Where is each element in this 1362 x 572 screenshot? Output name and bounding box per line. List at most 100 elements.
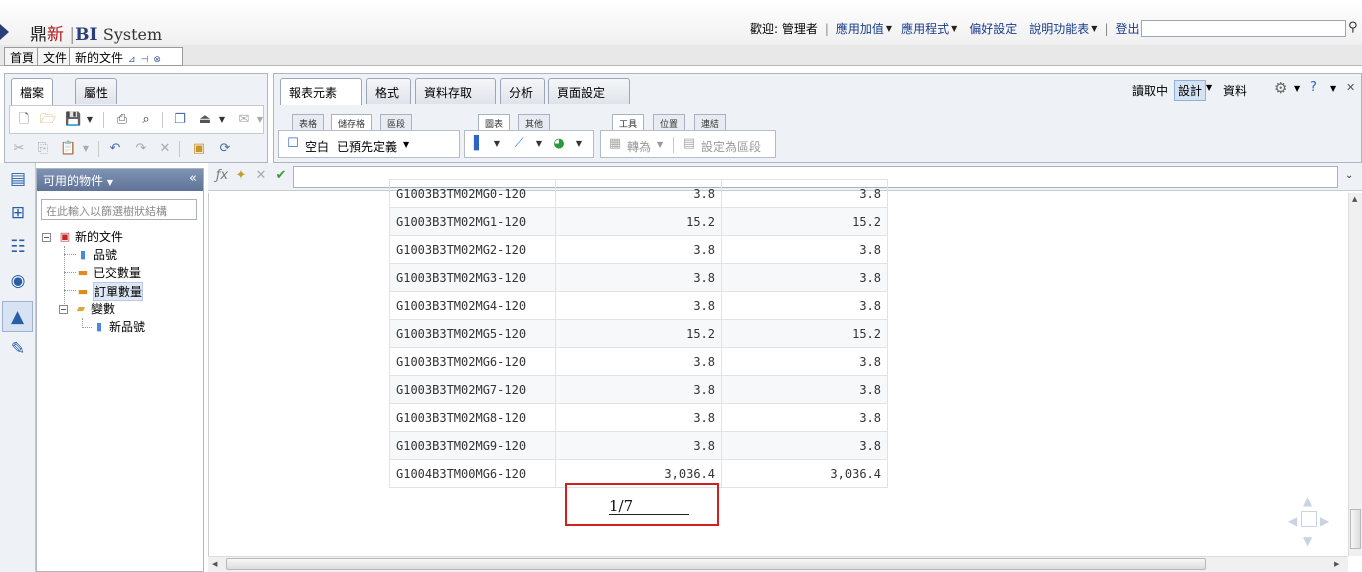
cell-quantity[interactable]: 3.8 [721, 179, 888, 208]
tree-item-delivered-qty[interactable]: ▬ 已交數量 [75, 264, 141, 281]
gear-dropdown-icon[interactable]: ▼ [1294, 84, 1300, 93]
input-controls-icon[interactable]: ☷ [8, 237, 28, 259]
report-map-icon[interactable]: ⊞ [8, 203, 28, 225]
open-folder-icon[interactable]: 🗁 [40, 112, 56, 128]
scroll-up-icon[interactable]: ▲ [1352, 195, 1357, 203]
cell-quantity[interactable]: 15.2 [555, 319, 722, 348]
scroll-left-icon[interactable]: ◀ [212, 560, 217, 568]
subtab-link[interactable]: 連結 [694, 114, 727, 130]
cell-quantity[interactable]: 3.8 [555, 431, 722, 460]
help-dropdown-icon[interactable]: ▼ [1330, 84, 1336, 93]
vertical-scroll-thumb[interactable] [1350, 509, 1361, 549]
cell-quantity[interactable]: 3.8 [721, 403, 888, 432]
validate-formula-icon[interactable]: ✔ [273, 168, 289, 184]
mode-reading[interactable]: 讀取中 [1132, 82, 1168, 99]
subtab-position[interactable]: 位置 [653, 114, 686, 130]
cell-quantity[interactable]: 3.8 [721, 431, 888, 460]
nav-left-icon[interactable]: ◀ [1288, 514, 1297, 528]
cell-item-code[interactable]: G1003B3TM02MG8-120 [389, 403, 556, 432]
tree-item-pinhao[interactable]: ▮ 品號 [75, 246, 117, 263]
tree-collapse-root[interactable]: − [42, 233, 51, 242]
cell-quantity[interactable]: 15.2 [555, 207, 722, 236]
comments-icon[interactable]: ✎ [8, 339, 28, 361]
mode-design[interactable]: 設計 [1174, 80, 1207, 101]
cell-quantity[interactable]: 3.8 [721, 375, 888, 404]
cell-item-code[interactable]: G1003B3TM02MG3-120 [389, 263, 556, 292]
horizontal-scroll-thumb[interactable] [226, 558, 1206, 570]
print-icon[interactable]: ⎙ [114, 112, 130, 128]
cell-item-code[interactable]: G1003B3TM02MG7-120 [389, 375, 556, 404]
cell-quantity[interactable]: 15.2 [721, 319, 888, 348]
cell-quantity[interactable]: 3.8 [555, 291, 722, 320]
bar-chart-dropdown-icon[interactable]: ▼ [489, 136, 505, 152]
help-icon[interactable]: ? [1310, 80, 1317, 95]
nav-down-icon[interactable]: ▼ [1303, 534, 1312, 548]
tab-analysis[interactable]: 分析 [500, 78, 545, 104]
subtab-cell[interactable]: 儲存格 [331, 114, 373, 130]
line-chart-icon[interactable]: ⟋ [511, 136, 527, 152]
nav-right-icon[interactable]: ▶ [1320, 514, 1329, 528]
tree-root-node[interactable]: ▣ 新的文件 [57, 228, 123, 245]
menu-applications[interactable]: 應用程式 ▼ [901, 20, 957, 37]
subtab-other[interactable]: 其他 [518, 114, 551, 130]
nav-center-icon[interactable] [1301, 511, 1317, 527]
mode-data[interactable]: 資料 [1223, 82, 1247, 99]
tree-item-order-qty[interactable]: ▬ 訂單數量 [75, 282, 144, 301]
tab-properties[interactable]: 屬性 [75, 78, 118, 104]
objects-panel-header[interactable]: 可用的物件 ▼ [37, 169, 203, 191]
cell-item-code[interactable]: G1003B3TM02MG0-120 [389, 179, 556, 208]
search-input[interactable] [1141, 20, 1346, 37]
cell-item-code[interactable]: G1003B3TM02MG2-120 [389, 235, 556, 264]
cell-quantity[interactable]: 3.8 [721, 263, 888, 292]
vertical-scrollbar[interactable]: ▲ [1348, 193, 1362, 556]
data-sources-icon[interactable]: ◉ [8, 271, 28, 293]
subtab-table[interactable]: 表格 [292, 114, 325, 130]
cell-quantity[interactable]: 3.8 [555, 179, 722, 208]
maximize-icon[interactable]: ⊿ [128, 55, 136, 65]
line-chart-dropdown-icon[interactable]: ▼ [531, 136, 547, 152]
cell-quantity[interactable]: 3.8 [555, 347, 722, 376]
document-summary-icon[interactable]: ▤ [8, 169, 28, 191]
subtab-tools[interactable]: 工具 [612, 114, 645, 130]
menu-value-add[interactable]: 應用加值 ▼ [836, 20, 892, 37]
close-icon[interactable]: ⊗ [153, 55, 161, 65]
scroll-right-icon[interactable]: ▶ [1334, 560, 1339, 568]
nav-up-icon[interactable]: ▲ [1303, 494, 1312, 508]
cell-quantity[interactable]: 3.8 [555, 263, 722, 292]
tree-folder-variables[interactable]: ▰ 變數 [73, 300, 115, 317]
pie-chart-icon[interactable]: ◕ [551, 136, 567, 152]
find-icon[interactable]: ⌕ [138, 112, 154, 128]
undo-icon[interactable]: ↶ [107, 141, 123, 157]
tab-file[interactable]: 檔案 [11, 78, 54, 105]
bar-chart-icon[interactable]: ▌ [471, 136, 487, 152]
subtab-chart[interactable]: 圖表 [478, 114, 511, 130]
new-document-icon[interactable]: 🗋 [16, 112, 32, 128]
menu-help[interactable]: 說明功能表 ▼ [1029, 20, 1097, 37]
formula-editor-icon[interactable]: ƒx [214, 168, 230, 184]
expand-formula-icon[interactable]: ⌄ [1345, 170, 1353, 181]
blank-cell-button[interactable]: 空白 [305, 138, 329, 155]
page-number-cell[interactable]: 1/7 [609, 497, 689, 515]
cell-item-code[interactable]: G1003B3TM02MG9-120 [389, 431, 556, 460]
cell-item-code[interactable]: G1003B3TM02MG4-120 [389, 291, 556, 320]
gear-icon[interactable]: ⚙ [1274, 79, 1287, 97]
cell-quantity[interactable]: 3.8 [721, 347, 888, 376]
predefined-cell-button[interactable]: 已預先定義 [337, 138, 397, 155]
cell-item-code[interactable]: G1004B3TM00MG6-120 [389, 459, 556, 488]
tab-documents[interactable]: 文件 [37, 47, 74, 66]
collapse-panel-icon[interactable]: « [189, 171, 197, 186]
pie-chart-dropdown-icon[interactable]: ▼ [571, 136, 587, 152]
save-icon[interactable]: 💾 [65, 112, 81, 128]
tab-format[interactable]: 格式 [366, 78, 411, 104]
cell-quantity[interactable]: 3.8 [721, 235, 888, 264]
export-dropdown-icon[interactable]: ▼ [214, 112, 230, 128]
predefined-dropdown-icon[interactable]: ▼ [403, 140, 409, 149]
save-dropdown-icon[interactable]: ▼ [82, 112, 98, 128]
pin-icon[interactable]: ⊣ [141, 55, 149, 65]
cell-quantity[interactable]: 15.2 [721, 207, 888, 236]
create-variable-icon[interactable]: ✦ [233, 168, 249, 184]
tab-data-access[interactable]: 資料存取 [415, 78, 496, 104]
copy-doc-icon[interactable]: ❐ [172, 112, 188, 128]
tab-report-elements[interactable]: 報表元素 [280, 78, 362, 105]
navigation-pad[interactable]: ▲ ◀ ▶ ▼ [1288, 494, 1332, 548]
